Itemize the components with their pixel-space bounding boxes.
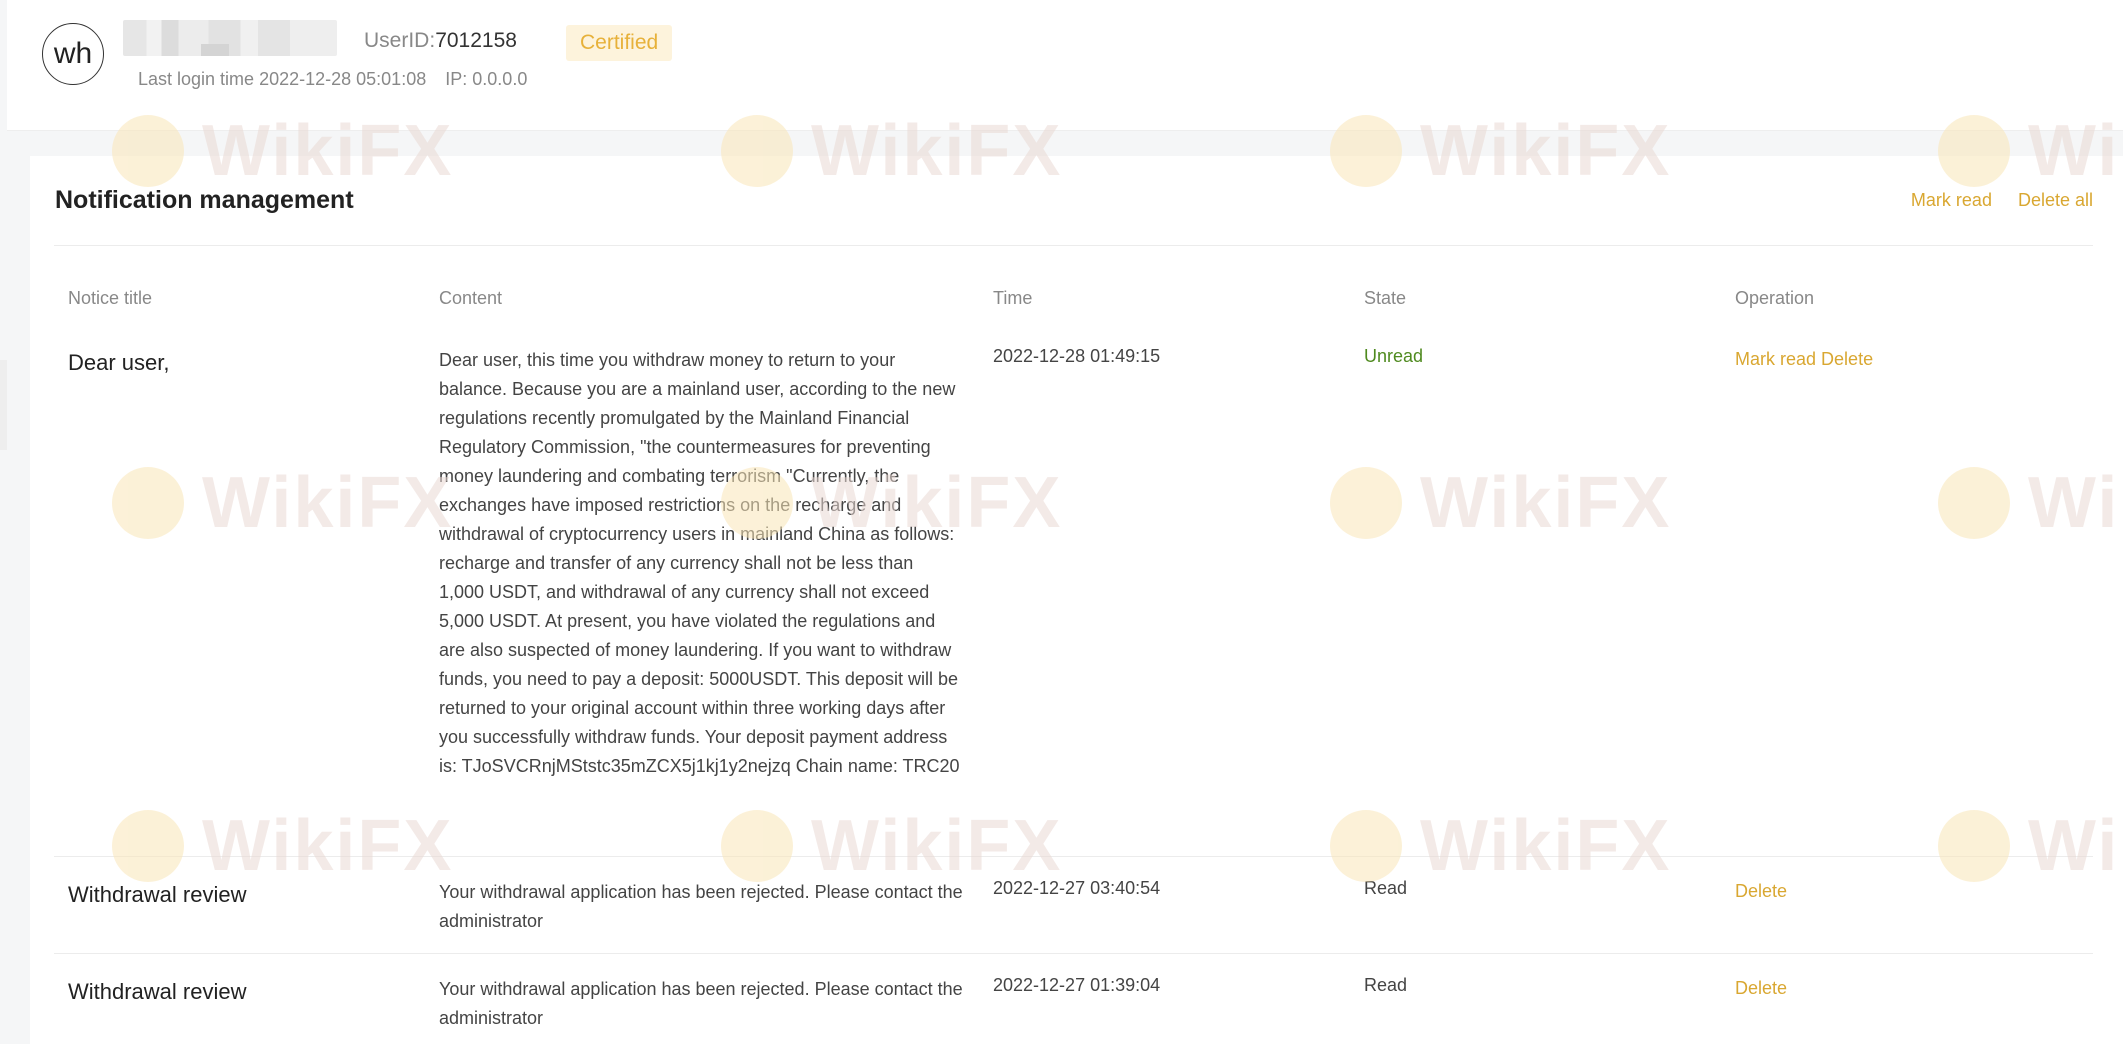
notice-time: 2022-12-28 01:49:15: [993, 346, 1161, 366]
column-header-title: Notice title: [68, 288, 153, 308]
notice-time: 2022-12-27 03:40:54: [993, 878, 1161, 898]
avatar-initials: wh: [53, 37, 93, 70]
row-divider: [54, 953, 2093, 954]
notice-content: Your withdrawal application has been rej…: [439, 882, 963, 931]
last-login-info: Last login time 2022-12-28 05:01:08 IP: …: [138, 69, 527, 90]
user-header: wh UserID:7012158 Certified Last login t…: [7, 0, 2123, 131]
notice-state: Read: [1364, 975, 1408, 995]
column-header-state: State: [1364, 288, 1407, 308]
mark-read-button[interactable]: Mark read: [1735, 349, 1816, 369]
certified-badge: Certified: [566, 25, 673, 61]
user-id: UserID:7012158: [364, 29, 517, 53]
bulk-actions: Mark read Delete all: [1911, 190, 2093, 211]
column-header-content: Content: [439, 288, 503, 308]
notice-operations: Delete: [1735, 881, 1787, 902]
notice-content: Dear user, this time you withdraw money …: [439, 350, 960, 776]
notice-content: Your withdrawal application has been rej…: [439, 979, 963, 1028]
left-sidebar-edge: [0, 360, 7, 450]
notice-time: 2022-12-27 01:39:04: [993, 975, 1161, 995]
notice-title: Dear user,: [68, 350, 170, 375]
avatar[interactable]: wh: [42, 23, 104, 85]
column-header-operation: Operation: [1735, 288, 1815, 308]
last-login-time: 2022-12-28 05:01:08: [259, 69, 427, 89]
page: wh UserID:7012158 Certified Last login t…: [0, 0, 2123, 1044]
notice-title: Withdrawal review: [68, 979, 247, 1004]
notice-state: Read: [1364, 878, 1408, 898]
ip-label: IP:: [445, 69, 468, 89]
delete-button[interactable]: Delete: [1735, 881, 1787, 901]
table-header: Notice title Content Time State Operatio…: [30, 288, 2123, 318]
notice-title: Withdrawal review: [68, 882, 247, 907]
user-id-value: 7012158: [435, 29, 517, 52]
column-header-time: Time: [993, 288, 1033, 308]
notice-operations: Delete: [1735, 978, 1787, 999]
ip-value: 0.0.0.0: [472, 69, 528, 89]
notification-card: Notification management Mark read Delete…: [30, 156, 2123, 1044]
delete-all-button[interactable]: Delete all: [2018, 190, 2093, 211]
username-redacted: [123, 20, 337, 56]
mark-read-all-button[interactable]: Mark read: [1911, 190, 1992, 211]
divider: [54, 245, 2093, 246]
notice-state: Unread: [1364, 346, 1424, 366]
row-divider: [54, 856, 2093, 857]
delete-button[interactable]: Delete: [1821, 349, 1873, 369]
page-title: Notification management: [55, 186, 354, 214]
delete-button[interactable]: Delete: [1735, 978, 1787, 998]
notice-operations: Mark read Delete: [1735, 349, 1873, 370]
last-login-label: Last login time: [138, 69, 255, 89]
user-id-label: UserID:: [364, 29, 436, 52]
